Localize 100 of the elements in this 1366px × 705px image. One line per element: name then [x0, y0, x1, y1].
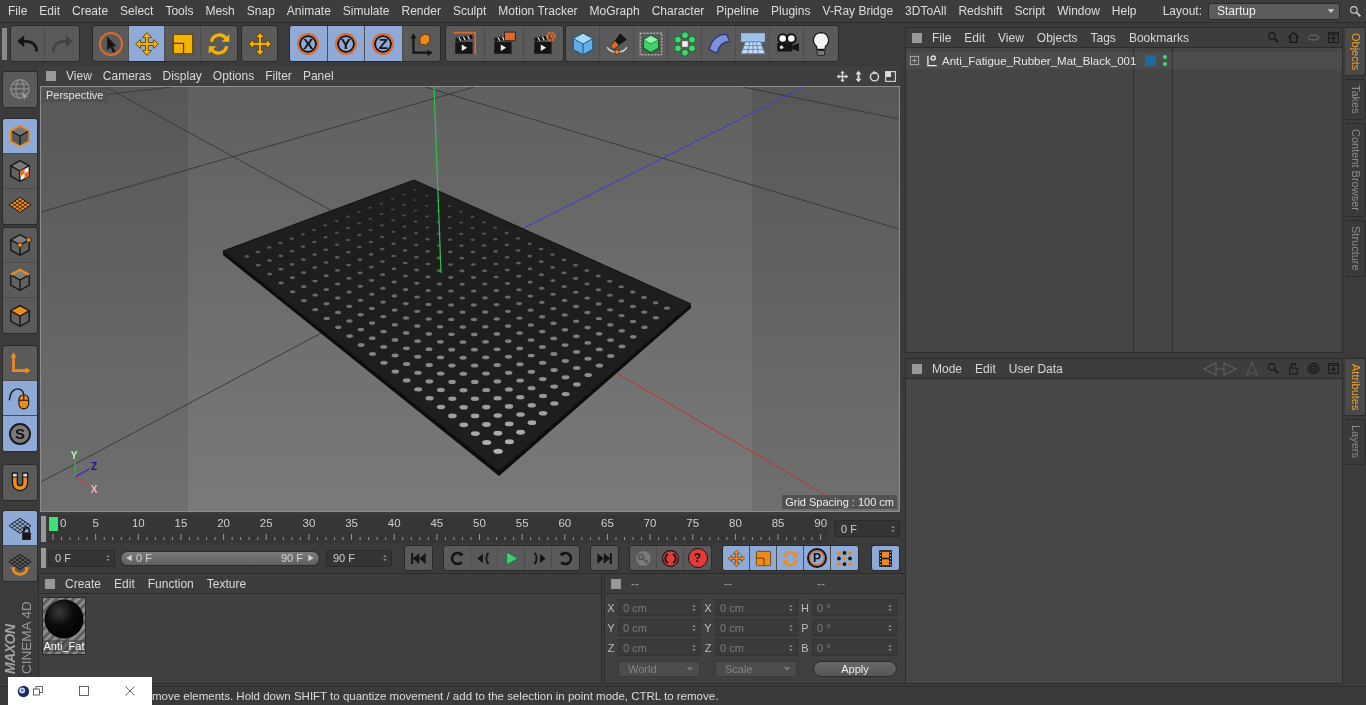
end-frame-field[interactable]: 90 F	[326, 549, 392, 567]
app-icon[interactable]	[17, 684, 30, 698]
menu-item[interactable]: Select	[120, 4, 154, 18]
key-pla-button[interactable]	[831, 546, 858, 570]
maximize-button[interactable]	[78, 685, 90, 697]
menu-item[interactable]: Sculpt	[452, 4, 487, 18]
tweak-button[interactable]	[3, 381, 37, 416]
menu-item[interactable]: Plugins	[771, 4, 811, 18]
menu-item[interactable]: Mode	[932, 361, 963, 376]
menu-item[interactable]: Pipeline	[716, 4, 760, 18]
grip-handle-icon[interactable]	[611, 578, 621, 589]
spinner-arrows-icon[interactable]	[886, 602, 894, 613]
menu-item[interactable]: Display	[162, 69, 202, 83]
spinner-arrows-icon[interactable]	[787, 602, 795, 613]
menu-item[interactable]: Edit	[964, 30, 986, 45]
grip-handle-icon[interactable]	[41, 548, 46, 568]
spinner-arrows-icon[interactable]	[787, 622, 795, 633]
current-frame-field[interactable]: 0 F	[834, 520, 900, 537]
menu-item[interactable]: MoGraph	[589, 4, 640, 18]
move-button[interactable]	[129, 26, 165, 61]
menu-item[interactable]: Help	[1111, 4, 1137, 18]
timeline-window-button[interactable]	[872, 546, 899, 570]
spinner-arrows-icon[interactable]	[889, 523, 897, 534]
spinner-arrows-icon[interactable]	[104, 553, 112, 563]
model-button[interactable]	[3, 119, 37, 154]
start-frame-field[interactable]: 0 F	[48, 549, 115, 567]
menu-item[interactable]: Character	[651, 4, 705, 18]
menu-item[interactable]: Edit	[114, 576, 135, 591]
move-view-icon[interactable]	[836, 69, 849, 83]
key-param-button[interactable]: P	[804, 546, 831, 570]
menu-item[interactable]: File	[8, 4, 28, 18]
menu-item[interactable]: Snap	[246, 4, 275, 18]
spinner-arrows-icon[interactable]	[381, 553, 389, 563]
menu-item[interactable]: Edit	[39, 4, 61, 18]
grip-handle-icon[interactable]	[41, 515, 46, 542]
spinner-arrows-icon[interactable]	[690, 602, 698, 613]
layout-dropdown[interactable]: Startup	[1208, 2, 1340, 20]
menu-item[interactable]: Panel	[302, 69, 334, 83]
search-icon[interactable]	[1349, 4, 1362, 18]
close-button[interactable]	[124, 685, 136, 697]
right-arrow-icon[interactable]	[307, 554, 315, 562]
menu-item[interactable]: File	[932, 30, 952, 45]
menu-item[interactable]: Animate	[286, 4, 331, 18]
menu-item[interactable]: Filter	[265, 69, 292, 83]
key-move-button[interactable]	[723, 546, 750, 570]
menu-item[interactable]: Mesh	[205, 4, 235, 18]
menu-item[interactable]: Bookmarks	[1128, 30, 1189, 45]
menu-item[interactable]: Render	[401, 4, 441, 18]
spinner-arrows-icon[interactable]	[690, 642, 698, 653]
menu-item[interactable]: Redshift	[958, 4, 1003, 18]
menu-item[interactable]: Texture	[206, 576, 247, 591]
grid-lock-button[interactable]	[3, 511, 37, 546]
menu-item[interactable]: View	[998, 30, 1024, 45]
grip-handle-icon[interactable]	[45, 578, 55, 589]
apply-button[interactable]: Apply	[813, 661, 897, 677]
oval-icon[interactable]	[1307, 31, 1320, 44]
key-scale-button[interactable]	[750, 546, 777, 570]
menu-item[interactable]: Create	[65, 576, 102, 591]
axis-lock-button[interactable]: Y	[327, 26, 365, 61]
key-rotate-button[interactable]	[777, 546, 804, 570]
menu-item[interactable]: View	[66, 69, 92, 83]
material-item[interactable]: Anti_Fat	[42, 597, 86, 655]
expand-icon[interactable]	[909, 55, 920, 66]
layer-color-icon[interactable]	[1145, 55, 1156, 66]
grip-handle-icon[interactable]	[912, 363, 922, 374]
viewport[interactable]: Perspective Y Z X Grid Spacing : 100 cm	[40, 86, 900, 512]
menu-item[interactable]: Cameras	[102, 69, 152, 83]
menu-item[interactable]: Script	[1014, 4, 1046, 18]
maximize-icon[interactable]	[884, 69, 897, 83]
rotate-view-icon[interactable]	[868, 69, 881, 83]
menu-item[interactable]: Simulate	[342, 4, 390, 18]
timeline-ruler[interactable]: 0 5 10 15 20 25 30 35 40 45 50 55 60 65 70 75 80 85 90	[48, 514, 828, 543]
restore-button[interactable]	[32, 685, 44, 697]
menu-item[interactable]: Edit	[975, 361, 996, 376]
render-visibility-dot[interactable]	[1163, 62, 1167, 66]
object-row[interactable]: Anti_Fatigue_Rubber_Mat_Black_001	[906, 52, 1342, 69]
menu-item[interactable]: 3DToAll	[905, 4, 947, 18]
spinner-arrows-icon[interactable]	[886, 622, 894, 633]
camera-label[interactable]: Perspective	[42, 88, 108, 102]
frame-range-slider[interactable]: 0 F 90 F	[120, 550, 320, 566]
menu-item[interactable]: Create	[72, 4, 109, 18]
axis-lock-button[interactable]: X	[290, 26, 328, 61]
grip-handle-icon[interactable]	[46, 71, 56, 81]
snap-button[interactable]: S	[3, 416, 37, 451]
left-arrow-icon[interactable]	[125, 554, 133, 562]
grip-handle-icon[interactable]	[912, 32, 922, 43]
menu-item[interactable]: Objects	[1036, 30, 1078, 45]
grip-handle-icon[interactable]	[2, 27, 7, 60]
playhead-handle[interactable]	[49, 516, 58, 531]
spinner-arrows-icon[interactable]	[886, 642, 894, 653]
menu-item[interactable]: V-Ray Bridge	[822, 4, 894, 18]
side-tab[interactable]: Attributes	[1345, 358, 1366, 417]
menu-item[interactable]: Tools	[165, 4, 194, 18]
menu-item[interactable]: Function	[147, 576, 194, 591]
menu-item[interactable]: User Data	[1008, 361, 1063, 376]
menu-item[interactable]: Options	[212, 69, 255, 83]
spinner-arrows-icon[interactable]	[690, 622, 698, 633]
axis-lock-button[interactable]: Z	[365, 26, 403, 61]
menu-item[interactable]: Window	[1057, 4, 1100, 18]
menu-item[interactable]: Tags	[1090, 30, 1116, 45]
